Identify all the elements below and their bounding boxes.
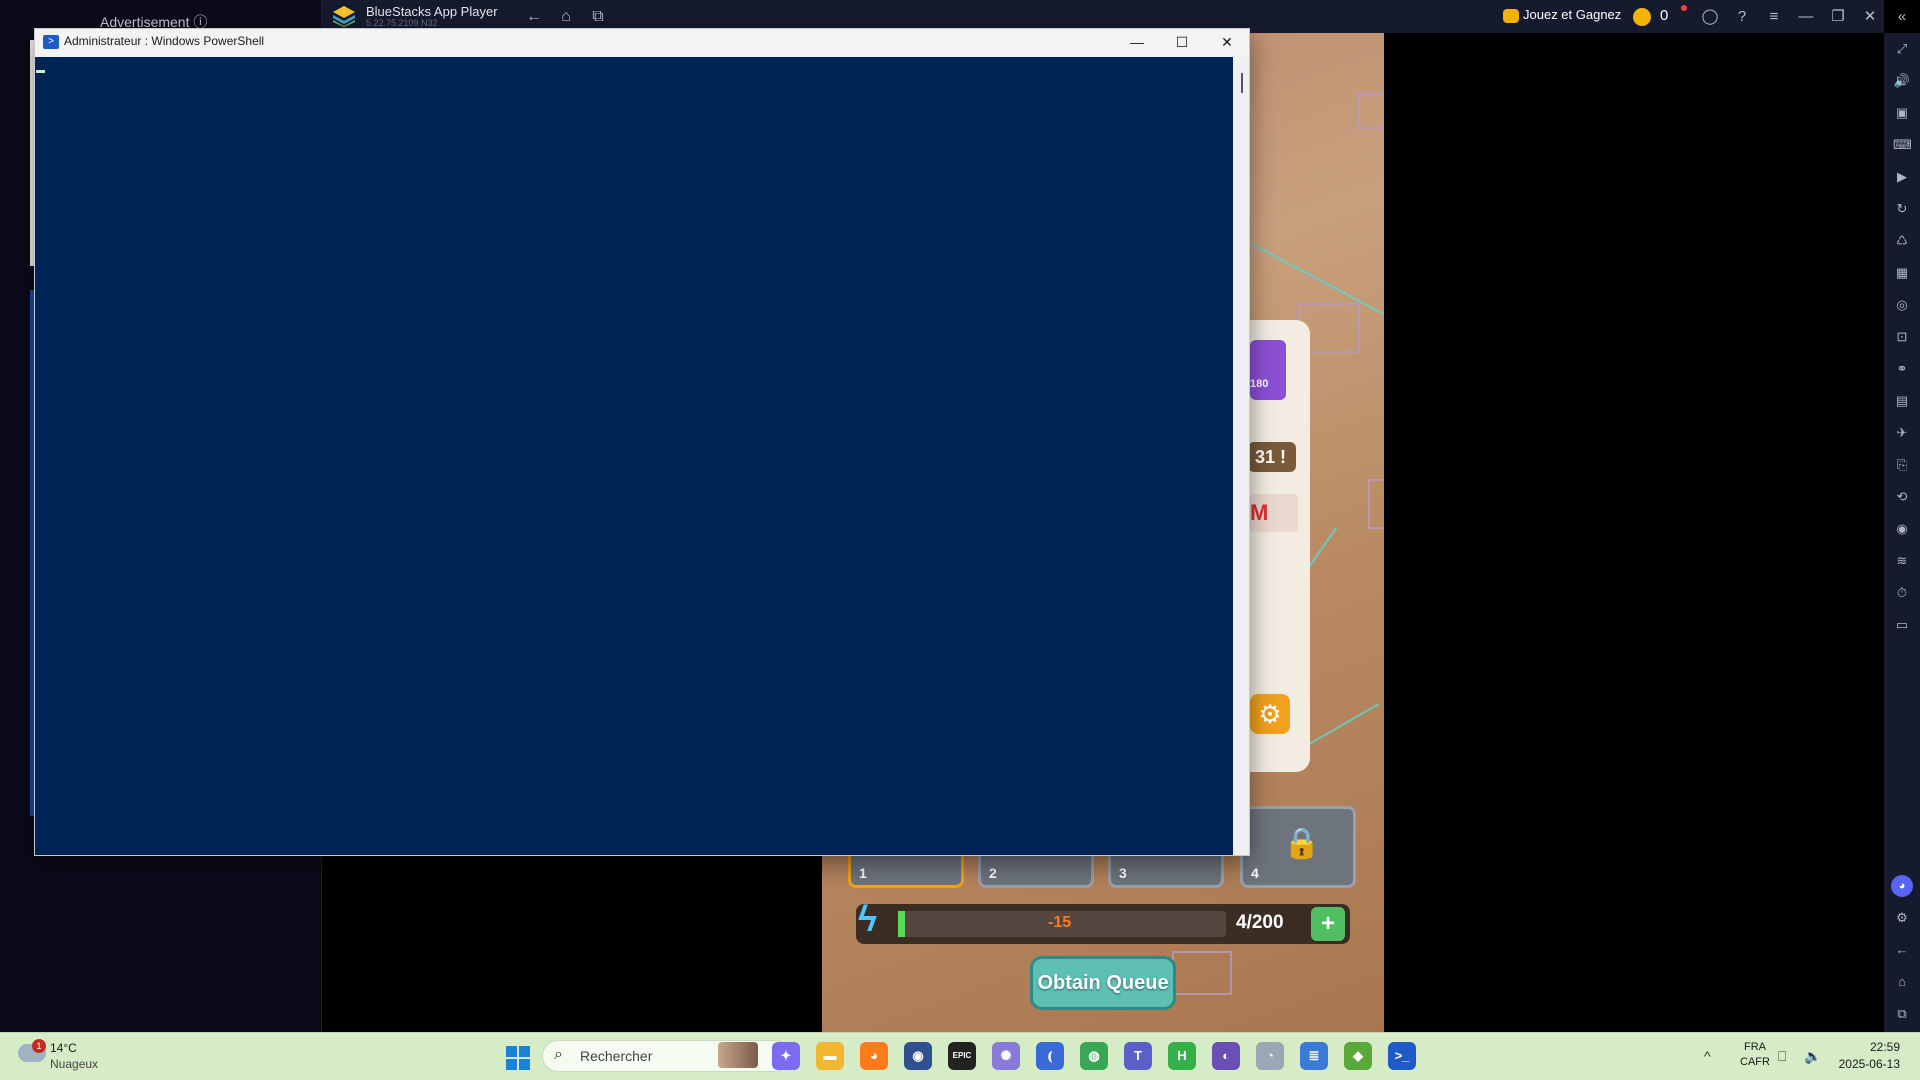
home-icon[interactable]: ⌂ [1893, 973, 1911, 991]
close-button[interactable]: ✕ [1205, 30, 1249, 54]
coin-icon [1633, 8, 1651, 26]
scrollbar[interactable] [1233, 57, 1249, 855]
maximize-button[interactable]: ☐ [1160, 30, 1204, 54]
queue-slot-number: 3 [1119, 865, 1127, 881]
github-icon[interactable]: ◐ [1212, 1042, 1240, 1070]
hero-card[interactable] [1250, 340, 1286, 400]
search-placeholder: Rechercher [580, 1048, 653, 1064]
sidebar-tool-icon[interactable]: ⤢ [1893, 40, 1911, 58]
clock-time[interactable]: 22:59 [1840, 1040, 1900, 1054]
queue-slot-number: 2 [989, 865, 997, 881]
sidebar-tool-icon[interactable]: ◎ [1893, 296, 1911, 314]
sidebar-tool-icon[interactable]: ▭ [1893, 616, 1911, 634]
app-circle-icon[interactable]: ◉ [904, 1042, 932, 1070]
search-highlight-image [718, 1042, 758, 1068]
volume-icon[interactable]: 🔈 [1804, 1048, 1821, 1065]
collapse-sidebar-icon[interactable]: « [1891, 6, 1913, 28]
network-icon[interactable]: ⎕ [1778, 1048, 1786, 1065]
sidebar-tool-icon[interactable]: ▶ [1893, 168, 1911, 186]
bluestacks-title: BlueStacks App Player [366, 4, 498, 19]
account-icon[interactable]: ◯ [1699, 6, 1721, 28]
minimize-button[interactable]: — [1795, 6, 1817, 28]
red-tag[interactable]: M [1250, 494, 1298, 532]
restore-button[interactable]: ❐ [1827, 6, 1849, 28]
energy-fill [898, 911, 905, 937]
coin-count: 0 [1660, 7, 1669, 24]
discord-icon[interactable]: ◕ [1891, 875, 1913, 897]
sidebar-tool-icon[interactable]: ▦ [1893, 264, 1911, 282]
recent-apps-icon[interactable]: ⧉ [588, 7, 608, 27]
search-icon: ⌕ [554, 1046, 563, 1063]
weather-badge: 1 [32, 1039, 46, 1053]
weather-description[interactable]: Nuageux [50, 1057, 98, 1071]
sidebar-tool-icon[interactable]: ↻ [1893, 200, 1911, 218]
notification-dot [1681, 5, 1687, 11]
sidebar-tool-icon[interactable]: ⏱ [1893, 584, 1911, 602]
lightning-icon: ϟ [858, 898, 878, 939]
epic-games-icon[interactable]: EPIC [948, 1042, 976, 1070]
sidebar-tool-icon[interactable]: ✈ [1893, 424, 1911, 442]
app-gear-icon[interactable]: ✺ [992, 1042, 1020, 1070]
bluestacks-icon[interactable]: ◆ [1344, 1042, 1372, 1070]
sidebar-tool-icon[interactable]: ◉ [1893, 520, 1911, 538]
hero-card-level: 180 [1250, 378, 1269, 390]
gamepad-icon [1503, 9, 1519, 23]
game-settings-button[interactable]: ⚙ [1250, 694, 1290, 734]
add-energy-button[interactable]: + [1311, 907, 1345, 941]
sidebar-tool-icon[interactable]: ⚭ [1893, 360, 1911, 378]
alert-badge[interactable]: 31 ! [1248, 442, 1296, 472]
sidebar-tool-icon[interactable]: 🔊 [1893, 72, 1911, 90]
settings-icon[interactable]: ⚙ [1893, 909, 1911, 927]
clock-date[interactable]: 2025-06-13 [1834, 1057, 1900, 1071]
sidebar-tool-icon[interactable]: ♺ [1893, 232, 1911, 250]
start-button[interactable] [506, 1046, 530, 1070]
sidebar-tool-icon[interactable]: ⊡ [1893, 328, 1911, 346]
powershell-title: Administrateur : Windows PowerShell [64, 34, 265, 48]
text-cursor [36, 70, 45, 73]
menu-icon[interactable]: ≡ [1763, 6, 1785, 28]
sidebar-tool-icon[interactable]: ▤ [1893, 392, 1911, 410]
chevron-up-icon[interactable]: ^ [1704, 1048, 1711, 1064]
notepad-icon[interactable]: ≣ [1300, 1042, 1328, 1070]
language-indicator[interactable]: FRA CAFR [1740, 1040, 1770, 1070]
back-arrow-icon[interactable]: ← [524, 7, 544, 27]
sidebar-tool-icon[interactable]: ⌨ [1893, 136, 1912, 154]
sidebar-tool-icon[interactable]: ▣ [1893, 104, 1911, 122]
copilot-icon[interactable]: ✦ [772, 1042, 800, 1070]
powershell-icon[interactable]: >_ [1388, 1042, 1416, 1070]
teams-icon[interactable]: T [1124, 1042, 1152, 1070]
energy-count: 4/200 [1236, 912, 1284, 933]
minimize-button[interactable]: — [1115, 30, 1159, 54]
language-code: FRA [1743, 1041, 1766, 1053]
help-icon[interactable]: ? [1731, 6, 1753, 28]
keyboard-layout: CAFR [1740, 1056, 1770, 1068]
chrome-icon[interactable]: ◍ [1080, 1042, 1108, 1070]
firefox-icon[interactable]: ◕ [860, 1042, 888, 1070]
sidebar-tool-icon[interactable]: ⎘ [1893, 456, 1911, 474]
lock-icon: 🔒 [1283, 827, 1321, 860]
queue-slot-number: 1 [859, 865, 867, 881]
bluestacks-logo-icon [333, 6, 355, 27]
play-and-win-button[interactable]: Jouez et Gagnez [1523, 7, 1621, 22]
clock-app-icon[interactable]: ◔ [1256, 1042, 1284, 1070]
energy-delta: -15 [1048, 914, 1072, 931]
app-bracket-icon[interactable]: ⦅ [1036, 1042, 1064, 1070]
obtain-queue-button[interactable]: Obtain Queue [1030, 956, 1176, 1010]
file-explorer-icon[interactable]: ▬ [816, 1042, 844, 1070]
app-h-icon[interactable]: H [1168, 1042, 1196, 1070]
sidebar-tool-icon[interactable]: ⟲ [1893, 488, 1911, 506]
back-icon[interactable]: ← [1893, 941, 1911, 959]
queue-slot-number: 4 [1251, 865, 1259, 881]
weather-temperature[interactable]: 14°C [50, 1041, 77, 1055]
powershell-console[interactable] [35, 57, 1233, 855]
powershell-icon: > [43, 35, 59, 49]
close-button[interactable]: ✕ [1859, 6, 1881, 28]
recent-apps-icon[interactable]: ⧉ [1893, 1005, 1911, 1023]
bluestacks-version: 5.22.75.2109 N32 [366, 18, 438, 28]
scrollbar-thumb[interactable] [1241, 73, 1243, 93]
sidebar-tool-icon[interactable]: ≋ [1893, 552, 1911, 570]
home-icon[interactable]: ⌂ [556, 7, 576, 27]
